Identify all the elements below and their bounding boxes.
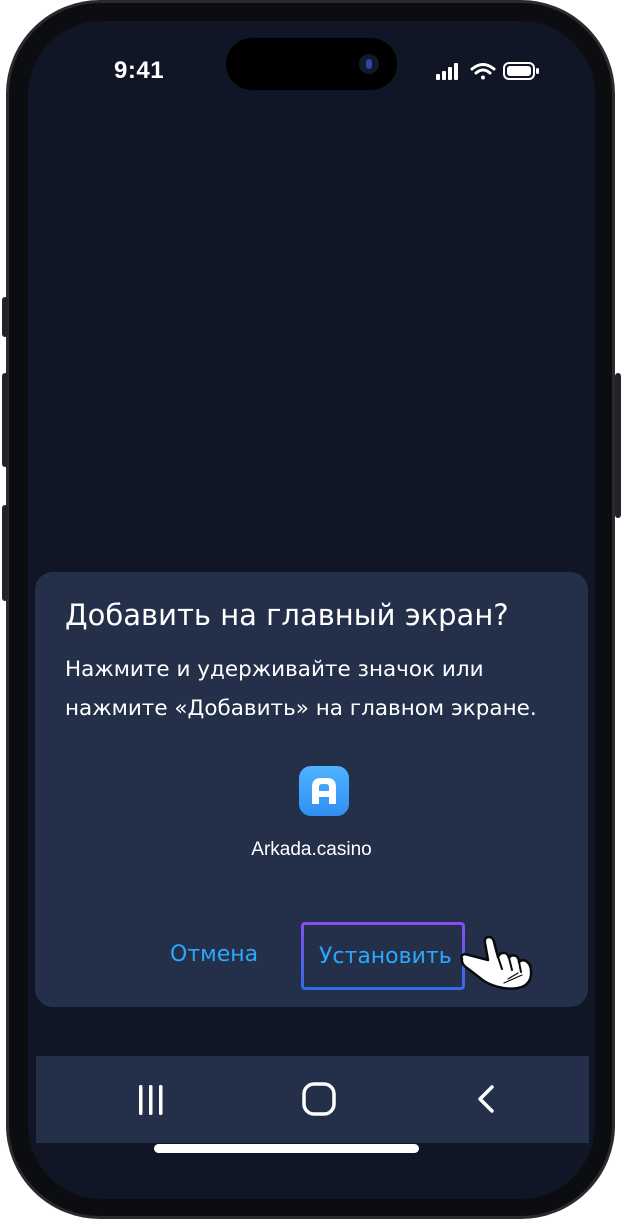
cancel-button[interactable]: Отмена <box>170 942 258 967</box>
home-icon <box>302 1082 336 1116</box>
home-button[interactable] <box>299 1082 339 1118</box>
status-time: 9:41 <box>114 57 165 84</box>
wifi-icon <box>470 63 496 80</box>
phone-screen: 9:41 Добавить на главный экран? Нажмите … <box>28 21 595 1199</box>
phone-volume-down-button <box>2 505 8 601</box>
front-camera-icon <box>359 54 379 74</box>
phone-volume-up-button <box>2 373 8 467</box>
phone-power-button <box>615 373 621 518</box>
app-name: Arkada.casino <box>251 839 372 860</box>
hand-pointer-icon <box>460 935 533 990</box>
install-button-label: Установить <box>319 944 452 969</box>
back-button[interactable] <box>468 1082 508 1118</box>
back-icon <box>478 1085 494 1113</box>
add-to-home-dialog: Добавить на главный экран? Нажмите и уде… <box>35 572 588 1007</box>
home-indicator[interactable] <box>154 1144 419 1153</box>
recent-apps-button[interactable] <box>131 1082 171 1118</box>
arkada-app-icon <box>299 766 349 816</box>
dialog-title: Добавить на главный экран? <box>65 598 509 632</box>
recent-apps-icon <box>139 1085 163 1115</box>
battery-icon <box>503 62 539 80</box>
android-navigation-bar <box>36 1056 589 1143</box>
status-icons <box>436 61 546 81</box>
phone-silent-switch <box>2 297 8 337</box>
signal-icon <box>436 63 458 80</box>
install-button[interactable]: Установить <box>301 922 465 990</box>
dynamic-island <box>226 38 397 90</box>
dialog-description: Нажмите и удерживайте значок или нажмите… <box>65 657 537 721</box>
